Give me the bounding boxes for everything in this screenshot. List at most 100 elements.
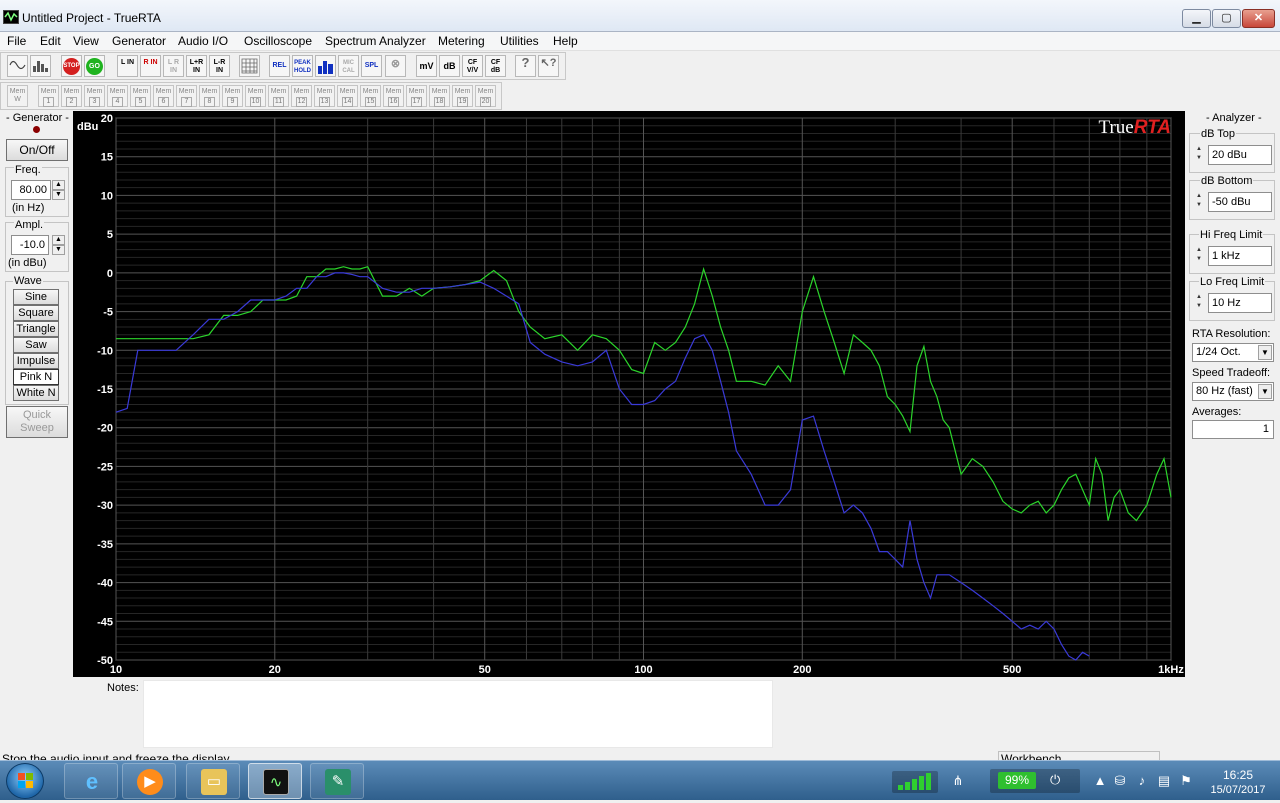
menu-spectrum-analyzer[interactable]: Spectrum Analyzer bbox=[324, 33, 427, 50]
menu-file[interactable]: File bbox=[6, 33, 27, 50]
memory-slot-7-button[interactable]: Mem 7 bbox=[176, 85, 197, 107]
memory-slot-13-button[interactable]: Mem 13 bbox=[314, 85, 335, 107]
lr-input-button[interactable]: L R IN bbox=[163, 55, 184, 77]
clock-date[interactable]: 15/07/2017 bbox=[1208, 784, 1268, 796]
stop-button[interactable]: STOP bbox=[61, 55, 82, 77]
rta-resolution-select[interactable]: 1/24 Oct. ▼ bbox=[1192, 343, 1274, 362]
memory-slot-11-button[interactable]: Mem 11 bbox=[268, 85, 289, 107]
notes-textarea[interactable] bbox=[143, 680, 773, 748]
lo-freq-input[interactable]: 10 Hz bbox=[1208, 293, 1272, 313]
memory-slot-3-button[interactable]: Mem 3 bbox=[84, 85, 105, 107]
start-button[interactable] bbox=[6, 763, 44, 799]
maximize-button[interactable]: ▢ bbox=[1212, 9, 1241, 28]
ampl-up-button[interactable]: ▲ bbox=[52, 235, 65, 245]
freq-down-button[interactable]: ▼ bbox=[52, 190, 65, 200]
clear-button[interactable]: ⊗ bbox=[385, 55, 406, 77]
memory-slot-14-button[interactable]: Mem 14 bbox=[337, 85, 358, 107]
menu-generator[interactable]: Generator bbox=[111, 33, 167, 50]
decibel-button[interactable]: dB bbox=[439, 55, 460, 77]
speed-tradeoff-select[interactable]: 80 Hz (fast) ▼ bbox=[1192, 382, 1274, 401]
network-icon[interactable]: ▤ bbox=[1156, 772, 1172, 790]
db-top-spinner[interactable]: ▲ ▼ bbox=[1192, 145, 1206, 165]
usb-device-icon[interactable]: ⛁ bbox=[1112, 772, 1128, 790]
right-input-button[interactable]: R IN bbox=[140, 55, 161, 77]
memory-slot-15-button[interactable]: Mem 15 bbox=[360, 85, 381, 107]
ampl-down-button[interactable]: ▼ bbox=[52, 245, 65, 255]
go-button[interactable]: GO bbox=[84, 55, 105, 77]
taskbar-truerta[interactable]: ∿ bbox=[248, 763, 302, 799]
volume-icon[interactable]: ♪ bbox=[1134, 772, 1150, 790]
wave-sine-button[interactable]: Sine bbox=[13, 289, 59, 305]
memory-slot-19-button[interactable]: Mem 19 bbox=[452, 85, 473, 107]
hi-freq-input[interactable]: 1 kHz bbox=[1208, 246, 1272, 266]
taskbar-paint[interactable]: ✎ bbox=[310, 763, 364, 799]
db-top-input[interactable]: 20 dBu bbox=[1208, 145, 1272, 165]
taskbar-file-explorer[interactable]: ▭ bbox=[186, 763, 240, 799]
flag-icon[interactable]: ⚑ bbox=[1178, 772, 1194, 790]
wave-impulse-button[interactable]: Impulse bbox=[13, 353, 59, 369]
memory-slot-4-button[interactable]: Mem 4 bbox=[107, 85, 128, 107]
hi-freq-spinner[interactable]: ▲ ▼ bbox=[1192, 246, 1206, 266]
crest-factor-db-button[interactable]: CF dB bbox=[485, 55, 506, 77]
memory-work-button[interactable]: Mem W bbox=[7, 85, 28, 107]
freq-input[interactable]: 80.00 bbox=[11, 180, 51, 200]
menu-help[interactable]: Help bbox=[552, 33, 579, 50]
millivolt-button[interactable]: mV bbox=[416, 55, 437, 77]
memory-slot-6-button[interactable]: Mem 6 bbox=[153, 85, 174, 107]
battery-indicator[interactable]: 99% ⏻ bbox=[990, 769, 1080, 793]
memory-slot-1-button[interactable]: Mem 1 bbox=[38, 85, 59, 107]
wave-triangle-button[interactable]: Triangle bbox=[13, 321, 59, 337]
memory-slot-20-button[interactable]: Mem 20 bbox=[475, 85, 496, 107]
clock-time[interactable]: 16:25 bbox=[1208, 768, 1268, 782]
bar-graph-button[interactable] bbox=[315, 55, 336, 77]
db-bottom-spinner[interactable]: ▲ ▼ bbox=[1192, 192, 1206, 212]
db-bottom-input[interactable]: -50 dBu bbox=[1208, 192, 1272, 212]
l-minus-r-input-button[interactable]: L-R IN bbox=[209, 55, 230, 77]
show-hidden-icons-icon[interactable]: ▲ bbox=[1092, 772, 1108, 790]
memory-slot-2-button[interactable]: Mem 2 bbox=[61, 85, 82, 107]
wave-square-button[interactable]: Square bbox=[13, 305, 59, 321]
mic-cal-button[interactable]: MIC CAL bbox=[338, 55, 359, 77]
wave-saw-button[interactable]: Saw bbox=[13, 337, 59, 353]
antenna-icon[interactable]: ⋔ bbox=[950, 772, 966, 790]
freq-up-button[interactable]: ▲ bbox=[52, 180, 65, 190]
crest-factor-vv-button[interactable]: CF V/V bbox=[462, 55, 483, 77]
memory-slot-9-button[interactable]: Mem 9 bbox=[222, 85, 243, 107]
close-button[interactable]: ✕ bbox=[1242, 9, 1275, 28]
lo-freq-spinner[interactable]: ▲ ▼ bbox=[1192, 293, 1206, 313]
taskbar-internet-explorer[interactable]: e bbox=[64, 763, 118, 799]
oscilloscope-mode-button[interactable] bbox=[7, 55, 28, 77]
spl-button[interactable]: SPL bbox=[361, 55, 382, 77]
minimize-button[interactable]: ▁ bbox=[1182, 9, 1211, 28]
peak-hold-button[interactable]: PEAK HOLD bbox=[292, 55, 313, 77]
wave-white-noise-button[interactable]: White N bbox=[13, 385, 59, 401]
wave-pink-noise-button[interactable]: Pink N bbox=[13, 369, 59, 385]
signal-strength-icon[interactable] bbox=[892, 771, 938, 793]
l-plus-r-input-button[interactable]: L+R IN bbox=[186, 55, 207, 77]
grid-toggle-button[interactable] bbox=[239, 55, 260, 77]
memory-slot-5-button[interactable]: Mem 5 bbox=[130, 85, 151, 107]
memory-slot-17-button[interactable]: Mem 17 bbox=[406, 85, 427, 107]
relative-button[interactable]: REL bbox=[269, 55, 290, 77]
spectrum-plot[interactable]: 20 15 10 5 0 -5 -10 -15 -20 -25 -30 -35 -40 -45 -50 10… bbox=[73, 111, 1185, 677]
ampl-input[interactable]: -10.0 bbox=[11, 235, 49, 255]
menu-metering[interactable]: Metering bbox=[437, 33, 486, 50]
menu-edit[interactable]: Edit bbox=[39, 33, 62, 50]
menu-audio-io[interactable]: Audio I/O bbox=[177, 33, 229, 50]
context-help-button[interactable]: ↖? bbox=[538, 55, 559, 77]
menu-utilities[interactable]: Utilities bbox=[499, 33, 540, 50]
generator-on-off-button[interactable]: On/Off bbox=[6, 139, 68, 161]
memory-slot-8-button[interactable]: Mem 8 bbox=[199, 85, 220, 107]
left-input-button[interactable]: L IN bbox=[117, 55, 138, 77]
menu-view[interactable]: View bbox=[72, 33, 100, 50]
memory-slot-10-button[interactable]: Mem 10 bbox=[245, 85, 266, 107]
memory-slot-18-button[interactable]: Mem 18 bbox=[429, 85, 450, 107]
menu-oscilloscope[interactable]: Oscilloscope bbox=[243, 33, 313, 50]
memory-slot-16-button[interactable]: Mem 16 bbox=[383, 85, 404, 107]
memory-slot-12-button[interactable]: Mem 12 bbox=[291, 85, 312, 107]
taskbar-media-player[interactable]: ▶ bbox=[122, 763, 176, 799]
quick-sweep-button[interactable]: Quick Sweep bbox=[6, 406, 68, 438]
averages-input[interactable]: 1 bbox=[1192, 420, 1274, 439]
help-button[interactable]: ? bbox=[515, 55, 536, 77]
spectrum-mode-button[interactable] bbox=[30, 55, 51, 77]
